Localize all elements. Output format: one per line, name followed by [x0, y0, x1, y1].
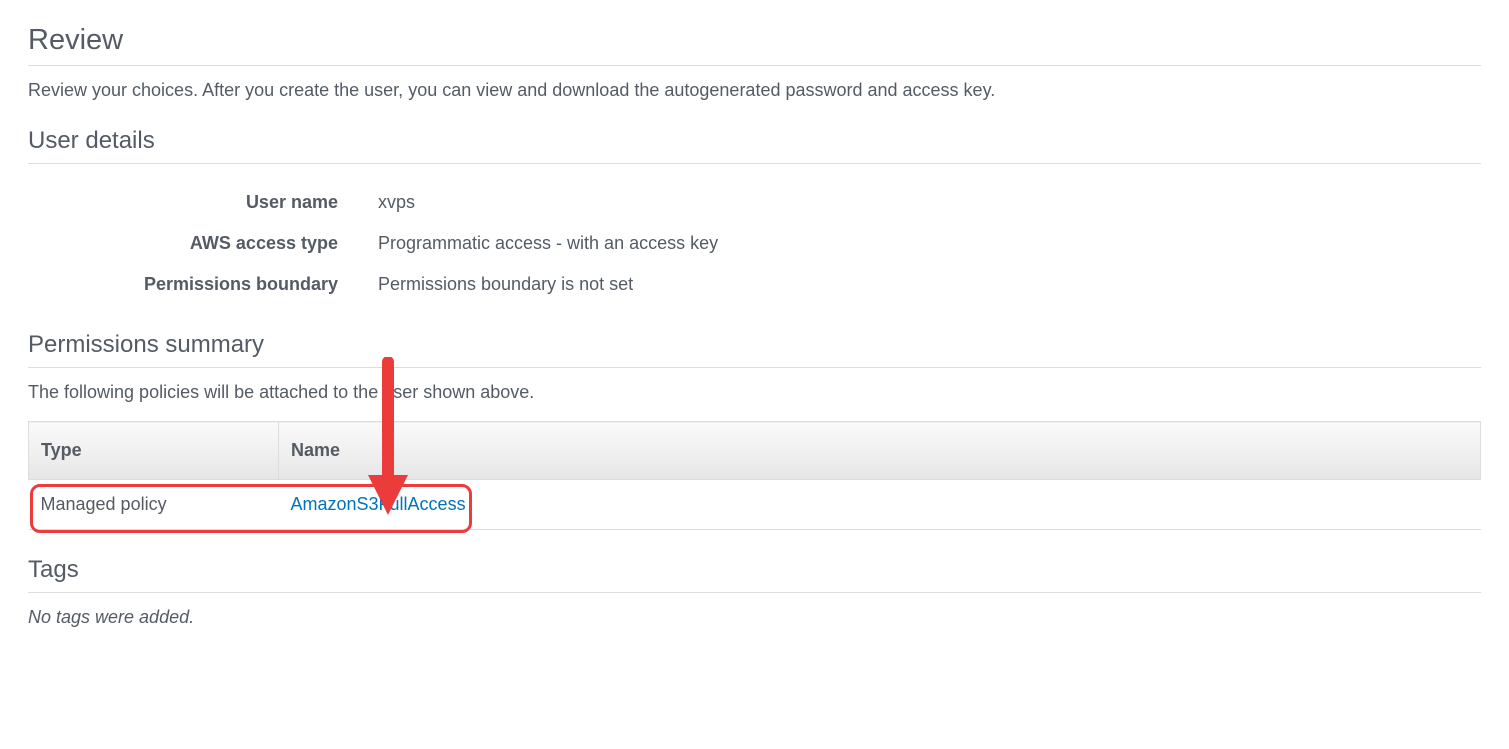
permissions-summary-desc: The following policies will be attached … — [28, 382, 1481, 403]
access-type-label: AWS access type — [28, 233, 378, 254]
user-details-heading: User details — [28, 127, 1481, 164]
policy-name-cell: AmazonS3FullAccess — [279, 480, 1481, 530]
permissions-boundary-label: Permissions boundary — [28, 274, 378, 295]
policy-link[interactable]: AmazonS3FullAccess — [291, 494, 466, 514]
user-details-row: User name xvps — [28, 182, 1481, 223]
user-details-row: AWS access type Programmatic access - wi… — [28, 223, 1481, 264]
permissions-boundary-value: Permissions boundary is not set — [378, 274, 633, 295]
table-row: Managed policy AmazonS3FullAccess — [29, 480, 1481, 530]
tags-heading: Tags — [28, 556, 1481, 593]
permissions-table: Type Name Managed policy AmazonS3FullAcc… — [28, 421, 1481, 530]
policy-type-cell: Managed policy — [29, 480, 279, 530]
user-details-list: User name xvps AWS access type Programma… — [28, 182, 1481, 305]
column-type: Type — [29, 422, 279, 480]
tags-empty-message: No tags were added. — [28, 607, 1481, 628]
review-page: Review Review your choices. After you cr… — [0, 0, 1509, 656]
user-name-value: xvps — [378, 192, 415, 213]
permissions-summary-heading: Permissions summary — [28, 331, 1481, 368]
column-name: Name — [279, 422, 1481, 480]
page-subtitle: Review your choices. After you create th… — [28, 80, 1481, 101]
permissions-table-wrap: Type Name Managed policy AmazonS3FullAcc… — [28, 421, 1481, 530]
table-header-row: Type Name — [29, 422, 1481, 480]
page-title: Review — [28, 24, 1481, 66]
user-name-label: User name — [28, 192, 378, 213]
user-details-row: Permissions boundary Permissions boundar… — [28, 264, 1481, 305]
access-type-value: Programmatic access - with an access key — [378, 233, 718, 254]
